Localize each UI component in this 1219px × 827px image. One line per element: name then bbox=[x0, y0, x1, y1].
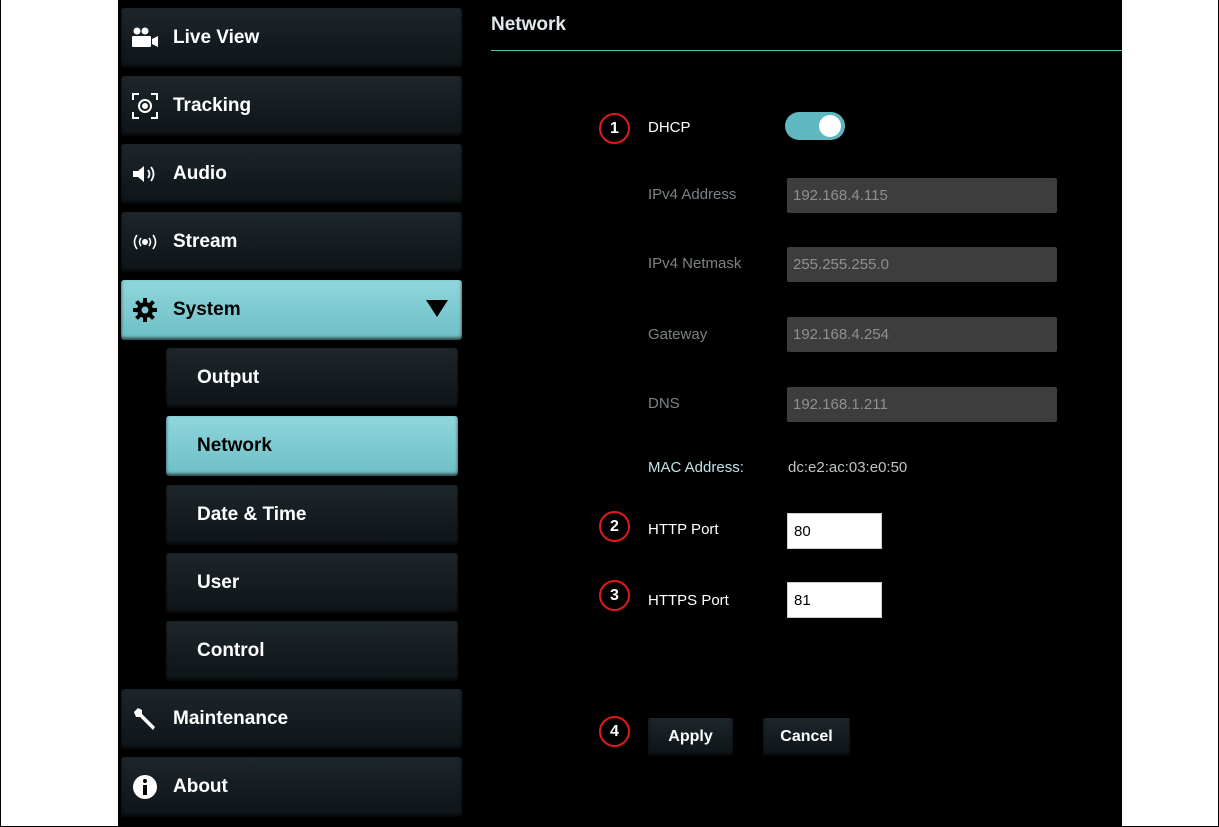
sidebar-item-about[interactable]: About bbox=[121, 757, 462, 817]
mac-address-value: dc:e2:ac:03:e0:50 bbox=[788, 459, 908, 476]
callout-badge: 3 bbox=[599, 580, 630, 611]
page-title: Network bbox=[491, 14, 566, 35]
sidebar-item-label: System bbox=[173, 299, 241, 320]
sidebar-subitem-user[interactable]: User bbox=[166, 553, 458, 613]
app-window: Live View Tracking Audio Stream System O… bbox=[118, 0, 1122, 827]
gear-icon bbox=[131, 296, 159, 324]
sidebar-subitem-label: User bbox=[197, 572, 240, 593]
apply-button[interactable]: Apply bbox=[648, 718, 733, 756]
gateway-label: Gateway bbox=[648, 326, 708, 343]
dns-label: DNS bbox=[648, 395, 680, 412]
sidebar-item-label: Audio bbox=[173, 163, 227, 184]
cancel-button[interactable]: Cancel bbox=[763, 718, 850, 756]
sidebar-item-label: Maintenance bbox=[173, 708, 289, 729]
ipv4-netmask-field: 255.255.255.0 bbox=[787, 247, 1057, 282]
callout-badge: 1 bbox=[599, 113, 630, 144]
callout-badge: 2 bbox=[599, 511, 630, 542]
sidebar-subitem-control[interactable]: Control bbox=[166, 621, 458, 681]
chevron-down-icon bbox=[426, 300, 448, 317]
sidebar-item-label: About bbox=[173, 776, 228, 797]
video-camera-icon bbox=[131, 24, 159, 52]
broadcast-icon bbox=[131, 228, 159, 256]
sidebar-subitem-output[interactable]: Output bbox=[166, 348, 458, 408]
sidebar-item-label: Stream bbox=[173, 231, 238, 252]
mac-address-label: MAC Address: bbox=[648, 459, 744, 476]
info-icon bbox=[131, 773, 159, 801]
sidebar-item-audio[interactable]: Audio bbox=[121, 144, 462, 204]
sidebar-subitem-date-time[interactable]: Date & Time bbox=[166, 485, 458, 545]
sidebar-item-label: Tracking bbox=[173, 95, 252, 116]
sidebar-subitem-label: Network bbox=[197, 435, 272, 456]
sidebar-subitem-network[interactable]: Network bbox=[166, 416, 458, 476]
callout-badge: 4 bbox=[599, 716, 630, 747]
sidebar-item-tracking[interactable]: Tracking bbox=[121, 76, 462, 136]
ipv4-netmask-label: IPv4 Netmask bbox=[648, 255, 742, 272]
speaker-icon bbox=[131, 160, 159, 188]
sidebar-item-live-view[interactable]: Live View bbox=[121, 8, 462, 68]
http-port-label: HTTP Port bbox=[648, 521, 719, 538]
dhcp-label: DHCP bbox=[648, 119, 691, 136]
sidebar-item-maintenance[interactable]: Maintenance bbox=[121, 689, 462, 749]
ipv4-address-field: 192.168.4.115 bbox=[787, 178, 1057, 213]
sidebar-item-stream[interactable]: Stream bbox=[121, 212, 462, 272]
ipv4-address-label: IPv4 Address bbox=[648, 186, 737, 203]
toggle-knob bbox=[819, 115, 841, 137]
https-port-label: HTTPS Port bbox=[648, 592, 729, 609]
sidebar-item-label: Live View bbox=[173, 27, 260, 48]
dns-field: 192.168.1.211 bbox=[787, 387, 1057, 422]
https-port-input[interactable]: 81 bbox=[787, 582, 882, 618]
title-divider bbox=[491, 50, 1122, 51]
http-port-input[interactable]: 80 bbox=[787, 513, 882, 549]
sidebar-subitem-label: Output bbox=[197, 367, 260, 388]
wrench-icon bbox=[131, 705, 159, 733]
tracking-icon bbox=[131, 92, 159, 120]
gateway-field: 192.168.4.254 bbox=[787, 317, 1057, 352]
sidebar-subitem-label: Date & Time bbox=[197, 504, 307, 525]
sidebar-item-system[interactable]: System bbox=[121, 280, 462, 340]
dhcp-toggle[interactable] bbox=[785, 112, 845, 140]
sidebar-subitem-label: Control bbox=[197, 640, 265, 661]
